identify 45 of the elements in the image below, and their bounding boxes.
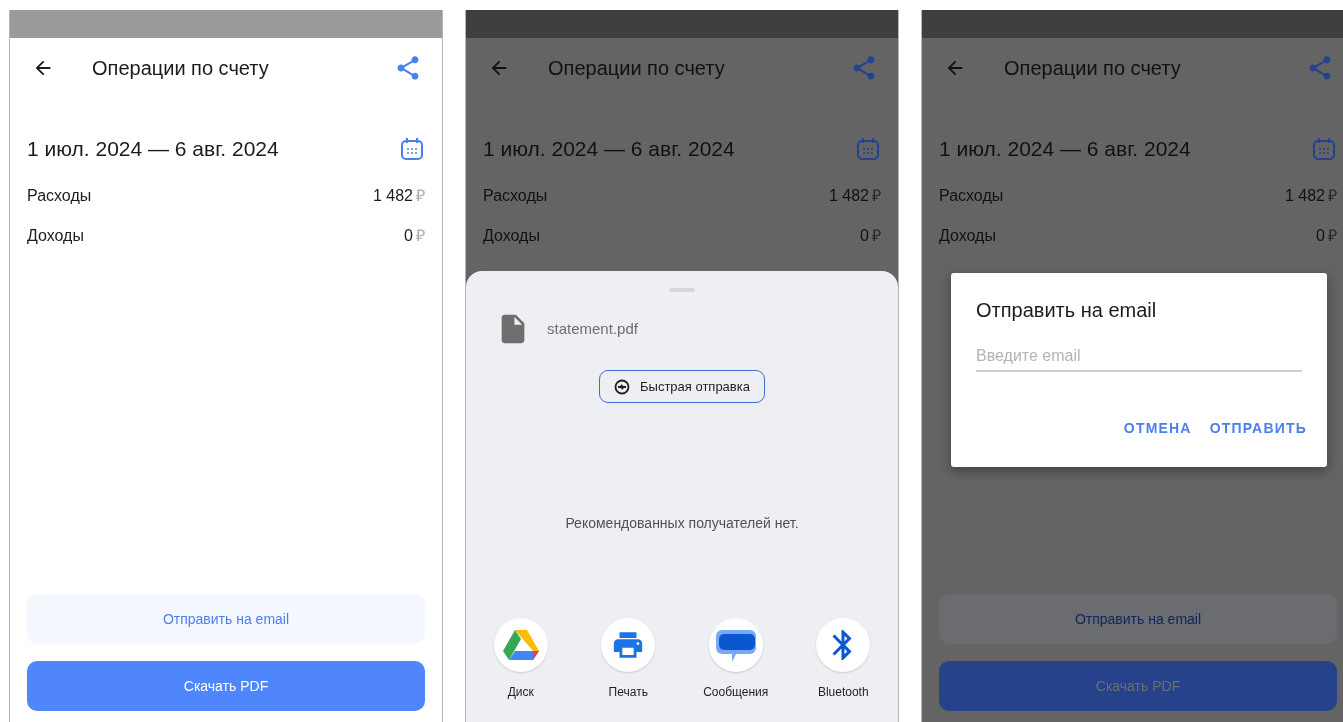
- row-label: Доходы: [27, 226, 84, 246]
- period-text: 1 июл. 2024 — 6 авг. 2024: [27, 136, 279, 163]
- screen-title: Операции по счету: [1004, 56, 1181, 81]
- amount-value: 0: [860, 226, 869, 246]
- file-name: statement.pdf: [547, 318, 638, 339]
- quick-share-button[interactable]: Быстрая отправка: [599, 370, 765, 403]
- row-label: Расходы: [939, 186, 1004, 206]
- app-button[interactable]: [816, 618, 871, 672]
- row-label: Расходы: [483, 186, 548, 206]
- period-text: 1 июл. 2024 — 6 авг. 2024: [483, 136, 735, 163]
- send-email-button[interactable]: Отправить на email: [939, 594, 1337, 644]
- currency-sign: ₽: [1328, 186, 1337, 206]
- amount-value: 1 482: [828, 186, 869, 206]
- download-pdf-button[interactable]: Скачать PDF: [27, 661, 425, 711]
- amount-value: 0: [1316, 226, 1325, 246]
- app-label: Диск: [507, 684, 534, 701]
- app-button[interactable]: [493, 618, 548, 672]
- currency-sign: ₽: [872, 226, 881, 246]
- currency-sign: ₽: [416, 226, 425, 246]
- row-label: Расходы: [27, 186, 92, 206]
- amount-value: 1 482: [372, 186, 413, 206]
- quick-share-icon: [614, 378, 630, 395]
- app-label: Bluetooth: [817, 684, 869, 701]
- app-label: Печать: [608, 684, 648, 701]
- send-email-button[interactable]: Отправить на email: [27, 594, 425, 644]
- calendar-icon[interactable]: [399, 136, 425, 162]
- triangle-logo-icon: [502, 629, 539, 661]
- app-button[interactable]: [708, 618, 763, 672]
- currency-sign: ₽: [416, 186, 425, 206]
- app-label: Сообщения: [703, 684, 769, 701]
- currency-sign: ₽: [1328, 226, 1337, 246]
- screen-title: Операции по счету: [548, 56, 725, 81]
- amount-value: 0: [404, 226, 413, 246]
- amount-value: 1 482: [1284, 186, 1325, 206]
- dialog-title: Отправить на email: [976, 298, 1158, 323]
- row-label: Доходы: [939, 226, 996, 246]
- row-label: Доходы: [483, 226, 540, 246]
- period-text: 1 июл. 2024 — 6 авг. 2024: [939, 136, 1191, 163]
- dialog-action-button[interactable]: ОТМЕНА: [1123, 418, 1192, 439]
- screen-title: Операции по счету: [92, 56, 269, 81]
- download-pdf-button[interactable]: Скачать PDF: [939, 661, 1337, 711]
- app-button[interactable]: [601, 618, 656, 672]
- dialog-action-button[interactable]: ОТПРАВИТЬ: [1209, 418, 1307, 439]
- no-recipients-text: Рекомендованных получателей нет.: [564, 514, 800, 533]
- currency-sign: ₽: [872, 186, 881, 206]
